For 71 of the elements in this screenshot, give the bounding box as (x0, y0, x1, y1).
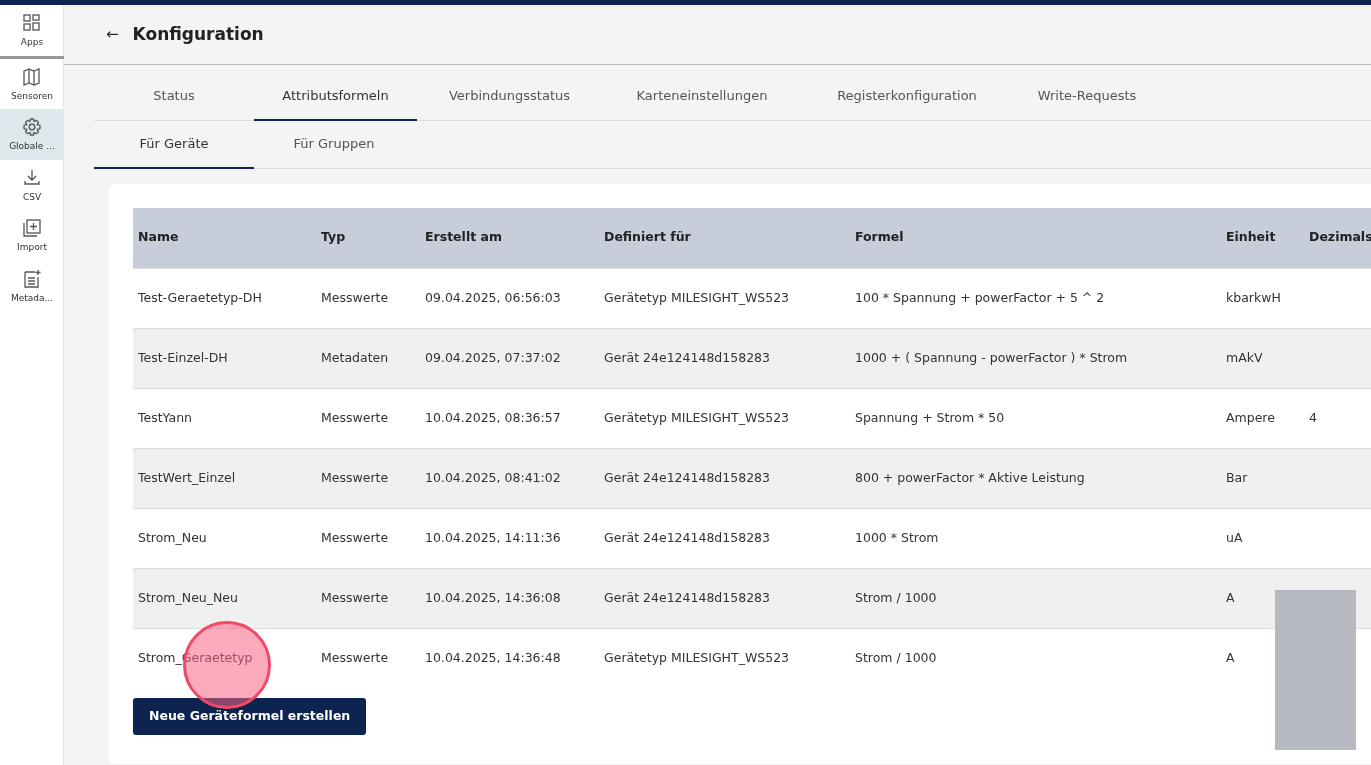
table-cell: Gerätetyp MILESIGHT_WS523 (604, 649, 790, 665)
tab[interactable]: Registerkonfiguration (802, 65, 1012, 121)
table-cell: Strom_Neu (138, 529, 207, 545)
table-cell: Strom / 1000 (855, 649, 937, 665)
table-cell: Metadaten (321, 349, 389, 365)
column-header: Erstellt am (420, 208, 599, 268)
table-cell: TestYann (138, 409, 193, 425)
column-header: Formel (850, 208, 1221, 268)
table-cell: Messwerte (321, 589, 389, 605)
back-button[interactable]: ← (106, 23, 119, 46)
table-cell: Gerät 24e124148d158283 (604, 349, 770, 365)
table-cell: 09.04.2025, 06:56:03 (425, 289, 561, 305)
sidebar-item[interactable]: Import (0, 210, 64, 261)
table-cell: Gerätetyp MILESIGHT_WS523 (604, 409, 790, 425)
table-cell: 800 + powerFactor * Aktive Leistung (855, 469, 1085, 485)
table-cell: Gerät 24e124148d158283 (604, 529, 770, 545)
sidebar-item[interactable]: CSV (0, 159, 64, 210)
table-cell: Test-Einzel-DH (138, 349, 228, 365)
table-cell: kbarkwH (1226, 289, 1281, 305)
table-cell: 09.04.2025, 07:37:02 (425, 349, 561, 365)
document-icon (22, 268, 42, 289)
table-cell: Spannung + Strom * 50 (855, 409, 1005, 425)
table-cell: Gerät 24e124148d158283 (604, 589, 770, 605)
tab[interactable]: Status (94, 65, 254, 121)
table-cell: mAkV (1226, 349, 1263, 365)
map-icon (22, 66, 42, 87)
column-header: Einheit (1221, 208, 1304, 268)
table-cell: Ampere (1226, 409, 1275, 425)
table-cell: Messwerte (321, 529, 389, 545)
table-cell: Strom / 1000 (855, 589, 937, 605)
table-cell: Messwerte (321, 469, 389, 485)
tab[interactable]: Write-Requests (1012, 65, 1162, 121)
tab[interactable]: Attributsformeln (254, 65, 417, 121)
table-cell: A (1226, 649, 1235, 665)
sidebar-item[interactable]: Globale ... (0, 109, 64, 160)
table-cell: 10.04.2025, 08:36:57 (425, 409, 561, 425)
table-cell: Gerät 24e124148d158283 (604, 469, 770, 485)
tab[interactable]: Für Geräte (94, 121, 254, 169)
table-cell: TestWert_Einzel (138, 469, 236, 485)
create-formula-button[interactable]: Neue Geräteformel erstellen (133, 698, 367, 735)
table-cell: Messwerte (321, 409, 389, 425)
tab[interactable]: Verbindungsstatus (417, 65, 602, 121)
sidebar-item[interactable]: Apps (0, 5, 64, 59)
table-cell: 10.04.2025, 14:36:08 (425, 589, 561, 605)
download-icon (22, 167, 42, 188)
table-cell: 1000 * Strom (855, 529, 939, 545)
page-title: Konfiguration (132, 24, 264, 45)
sidebar-item[interactable]: Metada... (0, 260, 64, 311)
table-cell: Strom_Neu_Neu (138, 589, 238, 605)
table-cell: A (1226, 589, 1235, 605)
column-header: Name (133, 208, 316, 268)
column-header: Definiert für (599, 208, 850, 268)
table-cell: Bar (1226, 469, 1248, 485)
table-cell: 10.04.2025, 08:41:02 (425, 469, 561, 485)
settings-icon (22, 117, 42, 137)
table-cell: 10.04.2025, 14:36:48 (425, 649, 561, 665)
table-cell: Gerätetyp MILESIGHT_WS523 (604, 289, 790, 305)
column-header: Typ (316, 208, 420, 268)
table-cell: Messwerte (321, 649, 389, 665)
table-cell: 10.04.2025, 14:11:36 (425, 529, 561, 545)
tab[interactable]: Für Gruppen (254, 121, 414, 169)
add-icon (22, 218, 42, 238)
table-cell: 4 (1309, 409, 1317, 425)
table-cell: uA (1226, 529, 1243, 545)
table-cell: 1000 + ( Spannung - powerFactor ) * Strom (855, 349, 1128, 365)
table-cell: Test-Geraetetyp-DH (138, 289, 262, 305)
tab[interactable]: Karteneinstellungen (602, 65, 802, 121)
table-cell: 100 * Spannung + powerFactor + 5 ^ 2 (855, 289, 1105, 305)
grid-icon (22, 13, 42, 33)
table-cell: Messwerte (321, 289, 389, 305)
sidebar-item[interactable]: Sensoren (0, 58, 64, 109)
